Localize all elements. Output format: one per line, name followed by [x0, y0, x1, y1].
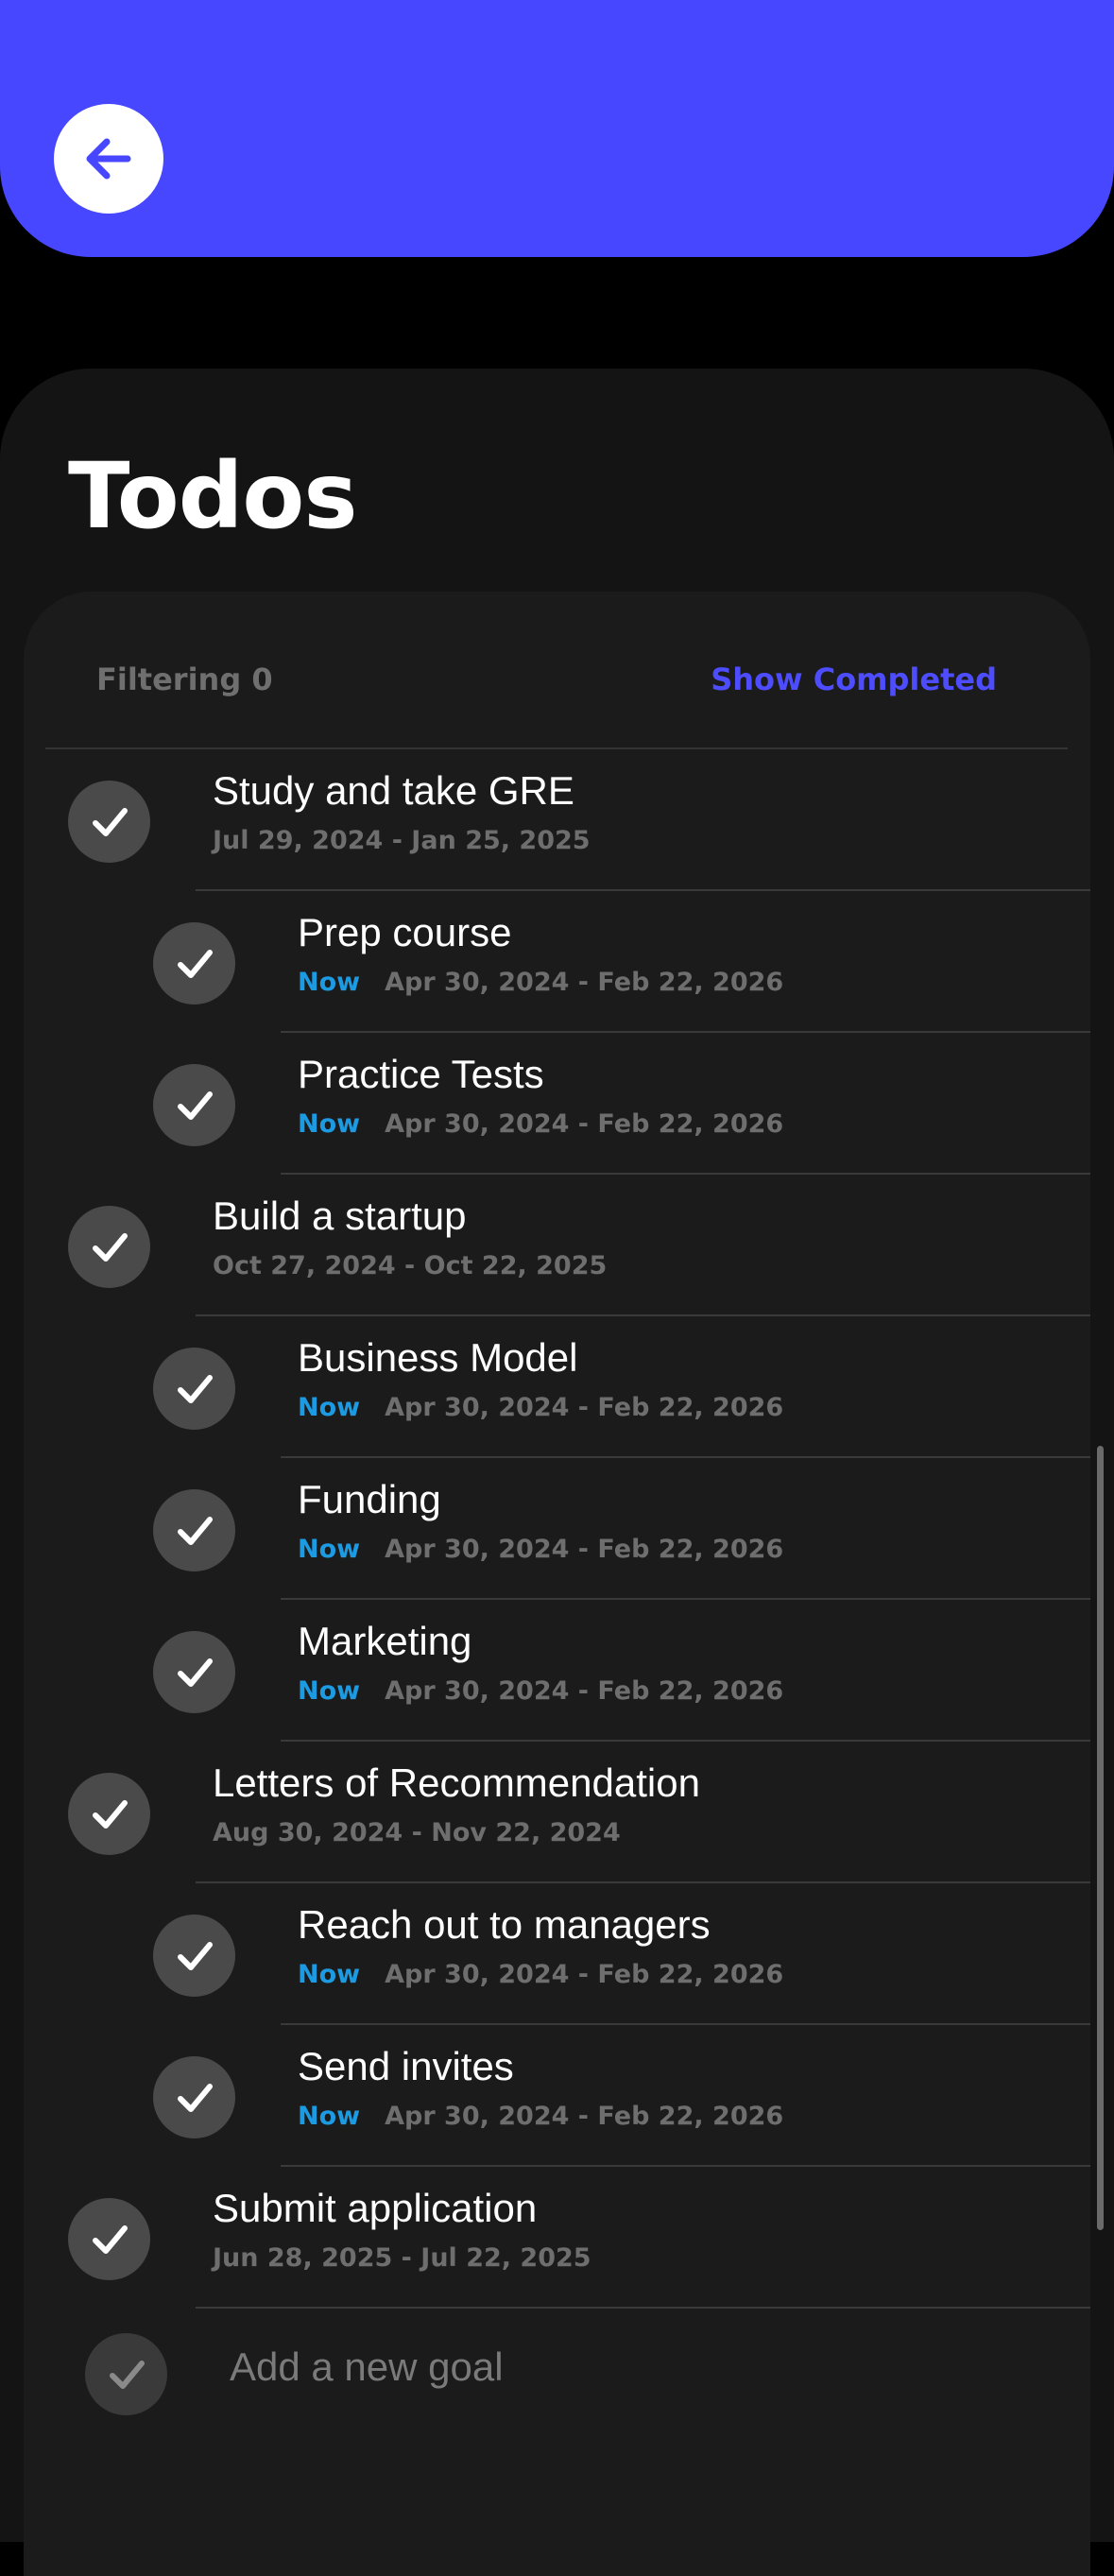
item-meta: Now Apr 30, 2024 - Feb 22, 2026 [298, 1676, 783, 1706]
checkmark-icon [92, 2224, 128, 2254]
checkmark-icon [177, 1091, 213, 1120]
item-title: Practice Tests [298, 1052, 544, 1096]
item-title: Submit application [213, 2186, 538, 2230]
show-completed-button[interactable]: Show Completed [711, 661, 997, 697]
complete-toggle[interactable] [153, 1348, 235, 1430]
subtask-row[interactable]: Practice Tests Now Apr 30, 2024 - Feb 22, … [0, 1033, 1114, 1175]
complete-toggle[interactable] [68, 781, 150, 863]
subtask-row[interactable]: Funding Now Apr 30, 2024 - Feb 22, 2026 [0, 1458, 1114, 1600]
now-badge: Now [298, 1535, 361, 1564]
now-badge: Now [298, 2102, 361, 2131]
item-title: Reach out to managers [298, 1902, 711, 1947]
item-meta: Now Apr 30, 2024 - Feb 22, 2026 [298, 1960, 783, 1989]
checkmark-icon [92, 1232, 128, 1262]
date-range: Apr 30, 2024 - Feb 22, 2026 [385, 1535, 784, 1564]
item-meta: Now Apr 30, 2024 - Feb 22, 2026 [298, 968, 783, 997]
goal-row[interactable]: Submit application Jun 28, 2025 - Jul 22,… [0, 2167, 1114, 2309]
now-badge: Now [298, 1109, 361, 1139]
date-range: Apr 30, 2024 - Feb 22, 2026 [385, 2102, 784, 2131]
subtask-row[interactable]: Prep course Now Apr 30, 2024 - Feb 22, 202… [0, 891, 1114, 1033]
subtask-row[interactable]: Send invites Now Apr 30, 2024 - Feb 22, 20… [0, 2025, 1114, 2167]
back-button[interactable] [54, 104, 163, 214]
item-title: Business Model [298, 1335, 578, 1380]
add-goal-input[interactable] [230, 2344, 891, 2390]
date-range: Oct 27, 2024 - Oct 22, 2025 [213, 1251, 608, 1280]
now-badge: Now [298, 1676, 361, 1706]
goal-row[interactable]: Study and take GRE Jul 29, 2024 - Jan 25,… [0, 749, 1114, 891]
item-meta: Now Apr 30, 2024 - Feb 22, 2026 [298, 2102, 783, 2131]
date-range: Jul 29, 2024 - Jan 25, 2025 [213, 826, 591, 855]
item-meta: Now Apr 30, 2024 - Feb 22, 2026 [298, 1393, 783, 1422]
item-title: Letters of Recommendation [213, 1760, 700, 1805]
item-meta: Now Apr 30, 2024 - Feb 22, 2026 [298, 1109, 783, 1139]
subtask-row[interactable]: Business Model Now Apr 30, 2024 - Feb 22, … [0, 1316, 1114, 1458]
complete-toggle[interactable] [68, 2198, 150, 2280]
complete-toggle[interactable] [153, 1489, 235, 1571]
scrollbar[interactable] [1097, 1446, 1104, 2230]
now-badge: Now [298, 1393, 361, 1422]
item-meta: Jun 28, 2025 - Jul 22, 2025 [213, 2243, 591, 2273]
checkmark-icon [177, 1657, 213, 1687]
checkmark-icon [177, 1374, 213, 1403]
checkmark-icon [109, 2360, 145, 2389]
now-badge: Now [298, 1960, 361, 1989]
add-goal-check[interactable] [85, 2333, 167, 2415]
complete-toggle[interactable] [68, 1773, 150, 1855]
item-title: Prep course [298, 910, 512, 954]
item-title: Funding [298, 1477, 441, 1521]
goal-row[interactable]: Build a startup Oct 27, 2024 - Oct 22, 20… [0, 1175, 1114, 1316]
complete-toggle[interactable] [153, 1915, 235, 1997]
now-badge: Now [298, 968, 361, 997]
date-range: Apr 30, 2024 - Feb 22, 2026 [385, 1393, 784, 1422]
complete-toggle[interactable] [68, 1206, 150, 1288]
checkmark-icon [177, 949, 213, 978]
checkmark-icon [92, 1799, 128, 1829]
checkmark-icon [177, 1516, 213, 1545]
date-range: Apr 30, 2024 - Feb 22, 2026 [385, 968, 784, 997]
item-meta: Oct 27, 2024 - Oct 22, 2025 [213, 1251, 607, 1280]
complete-toggle[interactable] [153, 2056, 235, 2138]
item-title: Marketing [298, 1619, 472, 1663]
item-title: Study and take GRE [213, 768, 574, 813]
checkmark-icon [177, 2083, 213, 2112]
subtask-row[interactable]: Marketing Now Apr 30, 2024 - Feb 22, 2026 [0, 1600, 1114, 1742]
subtask-row[interactable]: Reach out to managers Now Apr 30, 2024 - F… [0, 1883, 1114, 2025]
checkmark-icon [92, 807, 128, 836]
item-title: Send invites [298, 2044, 514, 2088]
date-range: Aug 30, 2024 - Nov 22, 2024 [213, 1818, 621, 1847]
complete-toggle[interactable] [153, 1064, 235, 1146]
checkmark-icon [177, 1941, 213, 1970]
date-range: Jun 28, 2025 - Jul 22, 2025 [213, 2243, 591, 2273]
arrow-left-icon [86, 138, 131, 180]
date-range: Apr 30, 2024 - Feb 22, 2026 [385, 1109, 784, 1139]
divider [196, 2307, 1090, 2309]
item-meta: Jul 29, 2024 - Jan 25, 2025 [213, 826, 591, 855]
date-range: Apr 30, 2024 - Feb 22, 2026 [385, 1676, 784, 1706]
filter-count-label: Filtering 0 [96, 661, 273, 697]
item-meta: Aug 30, 2024 - Nov 22, 2024 [213, 1818, 621, 1847]
complete-toggle[interactable] [153, 1631, 235, 1713]
complete-toggle[interactable] [153, 922, 235, 1005]
item-title: Build a startup [213, 1194, 467, 1238]
header-bar [0, 0, 1114, 257]
goal-row[interactable]: Letters of Recommendation Aug 30, 2024 - … [0, 1742, 1114, 1883]
page-title: Todos [68, 443, 357, 549]
item-meta: Now Apr 30, 2024 - Feb 22, 2026 [298, 1535, 783, 1564]
date-range: Apr 30, 2024 - Feb 22, 2026 [385, 1960, 784, 1989]
